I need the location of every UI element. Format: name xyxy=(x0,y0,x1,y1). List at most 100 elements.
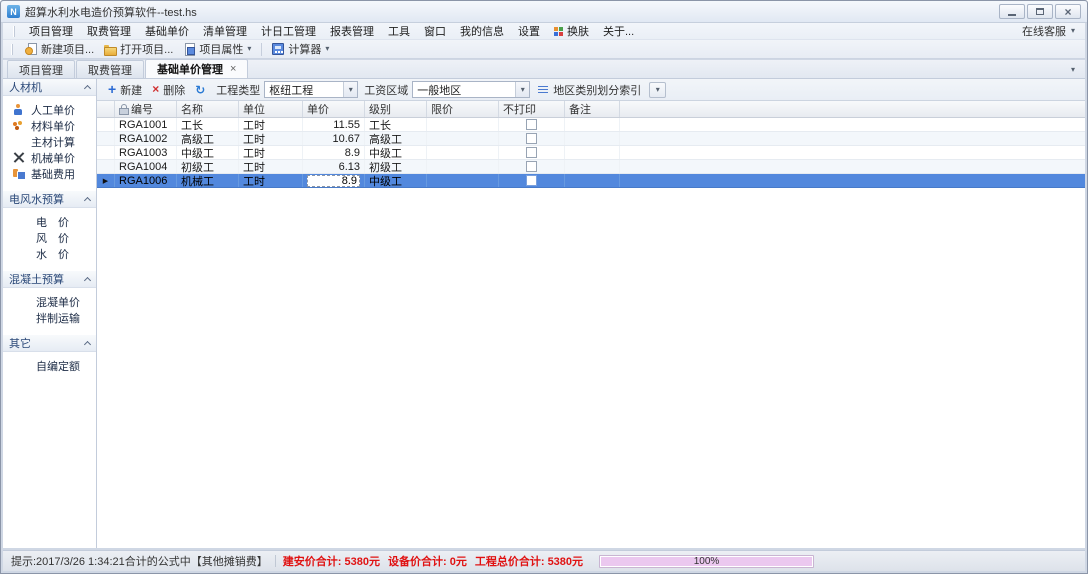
combo-dropdown-button[interactable]: ▾ xyxy=(515,82,530,97)
sidebar-item-1-2[interactable]: 材料单价 xyxy=(3,118,96,133)
sidebar-item-1-5[interactable]: 基础费用 xyxy=(3,166,96,181)
online-service-label: 在线客服 xyxy=(1021,26,1066,38)
cell-noprint xyxy=(499,146,565,159)
cell-unit: 工时 xyxy=(239,160,303,173)
noprint-checkbox[interactable] xyxy=(526,119,537,130)
menu-item-2[interactable]: 取费管理 xyxy=(80,23,138,39)
table-row[interactable]: RGA1001 工长 工时 11.55 工长 xyxy=(97,118,1085,132)
sidebar-item-1-3[interactable]: 主材计算 xyxy=(3,134,96,149)
menu-item-1[interactable]: 项目管理 xyxy=(22,23,80,39)
menu-item-label: 窗口 xyxy=(424,26,446,38)
content-area: + 新建 × 删除 ↻ 工程类型 枢纽工程 ▾ 工资区域 一般地区 ▾ 地区类别… xyxy=(97,79,1085,548)
sidebar-group-header-4[interactable]: 其它 xyxy=(3,335,96,352)
column-header-note[interactable]: 备注 xyxy=(565,101,620,117)
menu-item-10[interactable]: 设置 xyxy=(511,23,547,39)
status-totals: 建安价合计5380元设备价合计0元工程总价合计5380元 xyxy=(283,553,591,569)
refresh-button[interactable]: ↻ xyxy=(190,84,210,96)
column-header-noprint[interactable]: 不打印 xyxy=(499,101,565,117)
table-row[interactable]: ▶ RGA1006 机械工 工时 8.9 中级工 xyxy=(97,174,1085,188)
row-indicator-cell xyxy=(97,160,115,173)
data-grid: 编号 名称 单位 单价 级别 限价 不打印 备注 RGA1001 工长 工时 11.55 工长 RGA10… xyxy=(97,101,1085,548)
sidebar-item-3-1[interactable]: 混凝单价 xyxy=(3,294,96,309)
cell-level: 工长 xyxy=(365,118,427,131)
sidebar: 人材机人工单价 材料单价 主材计算 机械单价 基础费用电风水预算电 价风 价水 价混凝土… xyxy=(3,79,97,548)
noprint-checkbox[interactable] xyxy=(526,133,537,144)
chevron-down-icon: ▾ xyxy=(1070,26,1075,35)
sidebar-item-label: 风 价 xyxy=(36,232,69,245)
tab-2[interactable]: 取费管理 xyxy=(76,60,144,78)
menu-item-8[interactable]: 窗口 xyxy=(417,23,453,39)
tab-overflow-chevron-icon[interactable]: ▾ xyxy=(1071,66,1075,74)
add-row-button[interactable]: + 新建 xyxy=(103,81,147,99)
menu-item-4[interactable]: 清单管理 xyxy=(196,23,254,39)
tab-1[interactable]: 项目管理 xyxy=(7,60,75,78)
sidebar-group-header-1[interactable]: 人材机 xyxy=(3,79,96,96)
project-type-select[interactable]: 枢纽工程 ▾ xyxy=(264,81,359,98)
menu-item-12[interactable]: 关于... xyxy=(596,23,641,39)
column-header-code[interactable]: 编号 xyxy=(115,101,177,117)
tab-label: 项目管理 xyxy=(19,64,63,77)
sidebar-item-2-2[interactable]: 风 价 xyxy=(3,230,96,245)
close-icon: × xyxy=(1064,4,1072,19)
sidebar-item-4-1[interactable]: 自编定额 xyxy=(3,358,96,373)
cell-price: 8.9 xyxy=(303,146,365,159)
sidebar-item-1-4[interactable]: 机械单价 xyxy=(3,150,96,165)
table-row[interactable]: RGA1004 初级工 工时 6.13 初级工 xyxy=(97,160,1085,174)
region-index-button[interactable]: 地区类别划分索引 xyxy=(548,81,646,99)
column-header-name[interactable]: 名称 xyxy=(177,101,239,117)
grid-header-row: 编号 名称 单位 单价 级别 限价 不打印 备注 xyxy=(97,101,1085,118)
cell-code: RGA1003 xyxy=(115,146,177,159)
noprint-checkbox[interactable] xyxy=(526,175,537,186)
maximize-button[interactable] xyxy=(1027,4,1053,19)
project-properties-icon xyxy=(183,43,196,56)
sidebar-item-1-1[interactable]: 人工单价 xyxy=(3,102,96,117)
column-header-unit[interactable]: 单位 xyxy=(239,101,303,117)
status-total-label: 设备价合计 xyxy=(388,556,450,568)
menu-item-6[interactable]: 报表管理 xyxy=(323,23,381,39)
chevron-down-icon[interactable]: ▾ xyxy=(247,45,251,53)
wage-region-select[interactable]: 一般地区 ▾ xyxy=(412,81,531,98)
tab-3[interactable]: 基础单价管理 × xyxy=(145,59,249,78)
calculator-button[interactable]: 计算器 ▾ xyxy=(267,40,334,58)
project-properties-button[interactable]: 项目属性 ▾ xyxy=(178,40,256,58)
open-project-button[interactable]: 打开项目... xyxy=(99,40,178,58)
combo-dropdown-button[interactable]: ▾ xyxy=(343,82,358,97)
column-header-limit[interactable]: 限价 xyxy=(427,101,499,117)
menu-item-7[interactable]: 工具 xyxy=(381,23,417,39)
close-button[interactable]: × xyxy=(1055,4,1081,19)
column-header-price[interactable]: 单价 xyxy=(303,101,365,117)
person-icon xyxy=(13,104,24,115)
price-edit-input[interactable]: 8.9 xyxy=(307,174,360,187)
noprint-checkbox[interactable] xyxy=(526,161,537,172)
sidebar-item-2-1[interactable]: 电 价 xyxy=(3,214,96,229)
column-header-level[interactable]: 级别 xyxy=(365,101,427,117)
online-service-menu[interactable]: 在线客服 ▾ xyxy=(1022,23,1075,39)
table-row[interactable]: RGA1003 中级工 工时 8.9 中级工 xyxy=(97,146,1085,160)
chevron-up-icon xyxy=(83,340,92,349)
table-row[interactable]: RGA1002 高级工 工时 10.67 高级工 xyxy=(97,132,1085,146)
sidebar-item-3-2[interactable]: 拌制运输 xyxy=(3,310,96,325)
menu-item-9[interactable]: 我的信息 xyxy=(453,23,511,39)
cell-name: 机械工 xyxy=(177,174,239,187)
region-index-label: 地区类别划分索引 xyxy=(553,84,642,97)
sidebar-item-2-3[interactable]: 水 价 xyxy=(3,246,96,261)
cell-note xyxy=(565,118,620,131)
noprint-checkbox[interactable] xyxy=(526,147,537,158)
tab-close-icon[interactable]: × xyxy=(230,63,236,75)
status-total-value: 0元 xyxy=(449,556,467,568)
sidebar-group-header-3[interactable]: 混凝土预算 xyxy=(3,271,96,288)
sidebar-group-title: 人材机 xyxy=(9,82,42,94)
grid-indicator-header xyxy=(97,101,115,117)
minimize-button[interactable] xyxy=(999,4,1025,19)
grid-toolbar-overflow-button[interactable]: ▾ xyxy=(649,81,667,98)
delete-row-button[interactable]: × 删除 xyxy=(147,81,190,99)
menu-item-5[interactable]: 计日工管理 xyxy=(254,23,323,39)
cell-unit: 工时 xyxy=(239,146,303,159)
new-project-button[interactable]: 新建项目... xyxy=(20,40,99,58)
toolbar-separator xyxy=(261,42,263,56)
sidebar-group-header-2[interactable]: 电风水预算 xyxy=(3,191,96,208)
menu-item-11[interactable]: 换肤 xyxy=(547,23,596,39)
menu-item-3[interactable]: 基础单价 xyxy=(138,23,196,39)
cell-note xyxy=(565,174,620,187)
chevron-down-icon[interactable]: ▾ xyxy=(325,45,329,53)
